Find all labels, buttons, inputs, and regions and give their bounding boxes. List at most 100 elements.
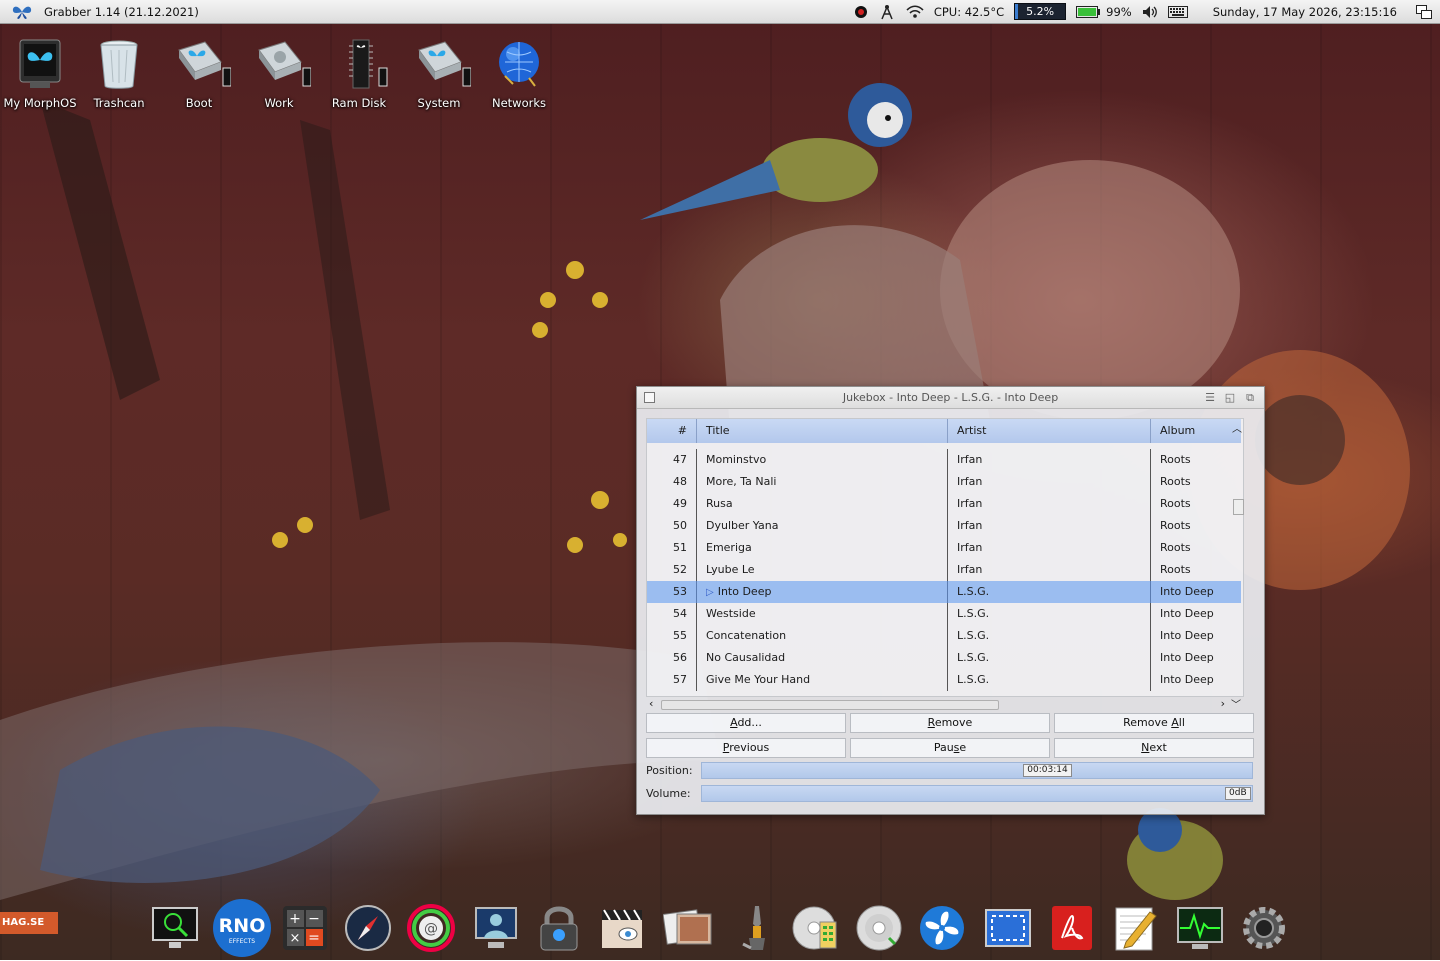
desktop-icon-work[interactable]: Work bbox=[239, 38, 319, 110]
battery-level-fill bbox=[1078, 7, 1096, 16]
padlock-icon[interactable] bbox=[535, 904, 583, 952]
track-title-text: Mominstvo bbox=[706, 453, 767, 466]
pause-button[interactable]: Pause bbox=[850, 738, 1050, 758]
playlist-row[interactable]: 51 Emeriga Irfan Roots bbox=[647, 537, 1241, 559]
playlist-row[interactable]: 56 No Causalidad L.S.G. Into Deep bbox=[647, 647, 1241, 669]
calculator-icon[interactable]: + − × = bbox=[281, 904, 329, 952]
morphos-butterfly-icon[interactable] bbox=[12, 4, 32, 20]
position-slider-knob[interactable]: 00:03:14 bbox=[1023, 764, 1072, 777]
menu-gadget-icon[interactable]: ☰ bbox=[1204, 392, 1216, 403]
column-header-artist[interactable]: Artist bbox=[948, 419, 1151, 443]
pdf-icon[interactable] bbox=[1048, 904, 1096, 952]
track-album-text: Into Deep bbox=[1160, 673, 1214, 686]
track-title: ▷ Into Deep bbox=[697, 581, 948, 603]
track-artist-text: Irfan bbox=[957, 519, 983, 532]
track-album-text: Roots bbox=[1160, 541, 1191, 554]
antenna-icon[interactable] bbox=[873, 0, 901, 23]
vertical-scrollbar[interactable]: ︿ bbox=[1230, 419, 1244, 696]
track-title: Emeriga bbox=[697, 537, 948, 559]
scroll-left-icon[interactable]: ‹ bbox=[649, 697, 653, 710]
active-app-title: Grabber 1.14 (21.12.2021) bbox=[44, 4, 199, 19]
scroll-right-icon[interactable]: › bbox=[1221, 697, 1225, 710]
window-title-bar[interactable]: Jukebox - Into Deep - L.S.G. - Into Deep… bbox=[637, 387, 1264, 409]
remove-button[interactable]: Remove bbox=[850, 713, 1050, 733]
playlist-row[interactable]: 55 Concatenation L.S.G. Into Deep bbox=[647, 625, 1241, 647]
scroll-down-icon[interactable]: ﹀ bbox=[1231, 696, 1241, 711]
playlist-row-playing[interactable]: 53 ▷ Into Deep L.S.G. Into Deep bbox=[647, 581, 1241, 603]
track-title: Westside bbox=[697, 603, 948, 625]
track-artist: Irfan bbox=[948, 515, 1151, 537]
remote-desktop-icon[interactable] bbox=[472, 904, 520, 952]
screen-magnifier-icon[interactable] bbox=[151, 904, 199, 952]
svg-text:+: + bbox=[289, 911, 301, 927]
playlist-row[interactable]: 57 Give Me Your Hand L.S.G. Into Deep bbox=[647, 669, 1241, 691]
column-header-title[interactable]: Title bbox=[697, 419, 948, 443]
track-number-text: 54 bbox=[673, 607, 687, 620]
depth-gadget-icon[interactable]: ⧉ bbox=[1244, 392, 1256, 403]
horizontal-scroll-thumb[interactable] bbox=[661, 700, 999, 710]
email-client-icon[interactable]: @ bbox=[407, 904, 455, 952]
close-window-button[interactable] bbox=[644, 392, 655, 403]
robot-arm-icon[interactable] bbox=[729, 904, 777, 952]
compass-browser-icon[interactable] bbox=[344, 904, 392, 952]
volume-slider-knob[interactable]: 0dB bbox=[1225, 787, 1251, 800]
column-header-album[interactable]: Album bbox=[1151, 419, 1241, 443]
playlist-row[interactable]: 50 Dyulber Yana Irfan Roots bbox=[647, 515, 1241, 537]
track-number: 53 bbox=[647, 581, 697, 603]
track-album-text: Into Deep bbox=[1160, 607, 1214, 620]
desktop-icon-boot[interactable]: Boot bbox=[159, 38, 239, 110]
fan-icon[interactable] bbox=[918, 904, 966, 952]
playlist-row[interactable]: 52 Lyube Le Irfan Roots bbox=[647, 559, 1241, 581]
add-button[interactable]: Add... bbox=[646, 713, 846, 733]
clock[interactable]: Sunday, 17 May 2026, 23:15:16 bbox=[1193, 0, 1411, 23]
playlist-row[interactable]: 47 Mominstvo Irfan Roots bbox=[647, 449, 1241, 471]
speaker-icon[interactable] bbox=[1137, 0, 1163, 23]
remove-all-button[interactable]: Remove All bbox=[1054, 713, 1254, 733]
previous-button[interactable]: Previous bbox=[646, 738, 846, 758]
track-number: 48 bbox=[647, 471, 697, 493]
track-album: Into Deep bbox=[1151, 669, 1233, 691]
desktop-icon-trashcan[interactable]: Trashcan bbox=[79, 38, 159, 110]
track-title: Dyulber Yana bbox=[697, 515, 948, 537]
vertical-scroll-thumb[interactable] bbox=[1233, 499, 1244, 515]
scroll-up-icon[interactable]: ︿ bbox=[1232, 420, 1242, 435]
keyboard-icon[interactable] bbox=[1163, 0, 1193, 23]
position-slider[interactable]: 00:03:14 bbox=[701, 762, 1253, 779]
cd-burner-icon[interactable] bbox=[792, 904, 840, 952]
desktop-icon-system[interactable]: System bbox=[399, 38, 479, 110]
playlist-row[interactable]: 49 Rusa Irfan Roots bbox=[647, 493, 1241, 515]
track-title: Give Me Your Hand bbox=[697, 669, 948, 691]
next-button[interactable]: Next bbox=[1054, 738, 1254, 758]
desktop-icon-my-morphos[interactable]: My MorphOS bbox=[0, 38, 80, 110]
track-artist: L.S.G. bbox=[948, 581, 1151, 603]
track-title: Rusa bbox=[697, 493, 948, 515]
image-viewer-icon[interactable] bbox=[662, 904, 712, 952]
text-editor-icon[interactable] bbox=[1112, 904, 1160, 952]
zoom-gadget-icon[interactable]: ◱ bbox=[1224, 392, 1236, 403]
media-player-icon[interactable] bbox=[598, 904, 646, 952]
track-title-text: Into Deep bbox=[717, 585, 772, 598]
rno-effects-icon[interactable]: RNO EFFECTS bbox=[212, 899, 271, 957]
horizontal-scrollbar[interactable]: ‹ › ﹀ bbox=[647, 697, 1243, 711]
screens-icon[interactable] bbox=[1411, 0, 1440, 23]
track-title-text: Emeriga bbox=[706, 541, 752, 554]
desktop-icon-networks[interactable]: Networks bbox=[479, 38, 559, 110]
settings-gear-icon[interactable] bbox=[1240, 904, 1288, 952]
track-album: Roots bbox=[1151, 471, 1233, 493]
battery-status[interactable]: 99% bbox=[1071, 0, 1137, 23]
playlist-row[interactable]: 54 Westside L.S.G. Into Deep bbox=[647, 603, 1241, 625]
track-title: Mominstvo bbox=[697, 449, 948, 471]
track-artist-text: Irfan bbox=[957, 475, 983, 488]
playlist[interactable]: # Title Artist Album 47 Mominstvo Irfan Roo… bbox=[646, 418, 1244, 711]
system-monitor-icon[interactable] bbox=[1176, 904, 1224, 952]
record-icon[interactable] bbox=[849, 0, 873, 23]
column-header-number[interactable]: # bbox=[647, 419, 697, 443]
wifi-icon[interactable] bbox=[901, 0, 929, 23]
desktop-icon-ram-disk[interactable]: Ram Disk bbox=[319, 38, 399, 110]
volume-slider[interactable]: 0dB bbox=[701, 785, 1253, 802]
cd-player-icon[interactable] bbox=[855, 904, 903, 952]
screen-grabber-icon[interactable] bbox=[984, 904, 1032, 952]
track-artist: Irfan bbox=[948, 471, 1151, 493]
track-artist: Irfan bbox=[948, 537, 1151, 559]
playlist-row[interactable]: 48 More, Ta Nali Irfan Roots bbox=[647, 471, 1241, 493]
